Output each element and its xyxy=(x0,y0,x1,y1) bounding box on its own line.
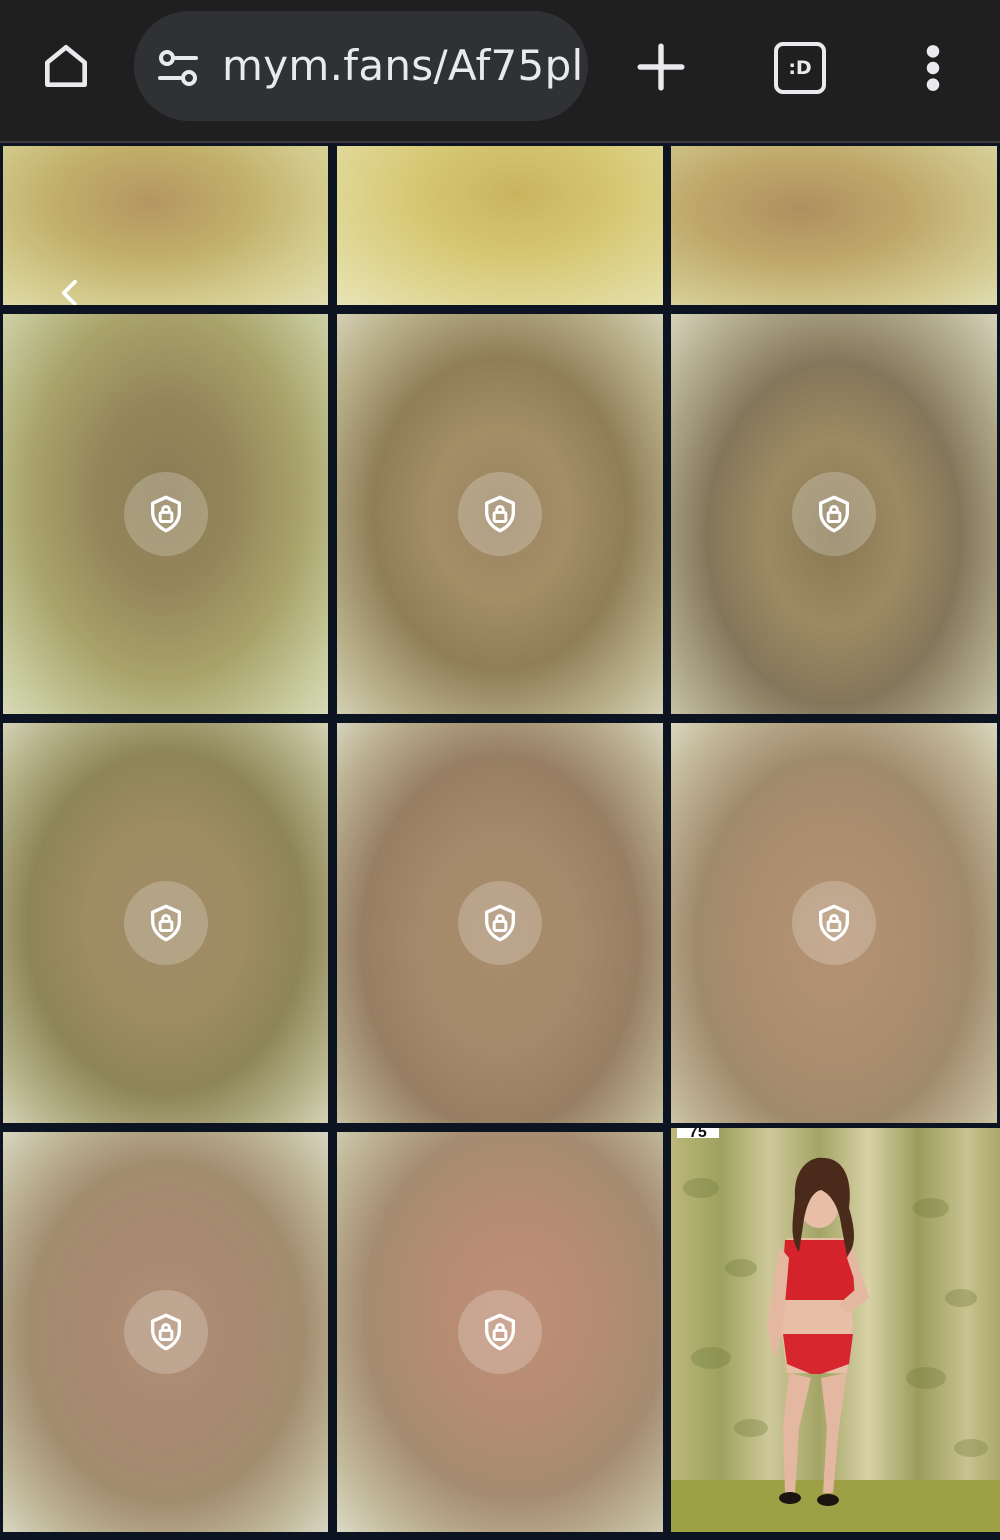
locked-badge xyxy=(123,881,208,965)
media-tile-locked[interactable] xyxy=(337,314,663,714)
shield-lock-icon xyxy=(150,495,181,533)
shield-lock-icon xyxy=(150,904,181,942)
address-bar[interactable]: mym.fans/Af75pl xyxy=(134,11,588,121)
url-text[interactable]: mym.fans/Af75pl xyxy=(222,41,584,90)
media-tile-locked[interactable] xyxy=(3,314,328,714)
site-settings-icon[interactable] xyxy=(154,44,202,92)
locked-badge xyxy=(792,472,876,556)
media-tile-preview[interactable]: 75 xyxy=(671,1128,1000,1532)
media-grid: 75 xyxy=(0,143,1000,1540)
browser-toolbar: mym.fans/Af75pl :D xyxy=(0,0,1000,143)
shield-lock-icon xyxy=(485,904,515,942)
locked-badge xyxy=(458,1290,542,1374)
media-tile-locked[interactable] xyxy=(337,723,663,1123)
locked-badge xyxy=(123,1290,208,1374)
shield-lock-icon xyxy=(485,495,515,533)
locked-badge xyxy=(458,472,542,556)
tab-switcher-button[interactable]: :D xyxy=(768,36,832,100)
plus-icon xyxy=(637,43,685,91)
new-tab-button[interactable] xyxy=(626,32,696,102)
media-tile-locked[interactable] xyxy=(3,723,328,1123)
media-tile-locked[interactable] xyxy=(3,1132,328,1532)
media-tile[interactable] xyxy=(3,146,328,305)
tab-count: :D xyxy=(774,42,826,94)
preview-badge: 75 xyxy=(677,1128,719,1138)
chevron-left-icon[interactable] xyxy=(55,276,85,305)
media-tile[interactable] xyxy=(671,146,997,305)
more-vert-icon xyxy=(926,45,940,91)
overflow-menu-button[interactable] xyxy=(906,36,960,100)
preview-image xyxy=(671,1128,1000,1532)
media-tile-locked[interactable] xyxy=(337,1132,663,1532)
shield-lock-icon xyxy=(819,495,849,533)
locked-badge xyxy=(792,881,876,965)
shield-lock-icon xyxy=(819,904,849,942)
media-tile-locked[interactable] xyxy=(671,314,997,714)
media-tile[interactable] xyxy=(337,146,663,305)
home-button[interactable] xyxy=(30,30,102,102)
locked-badge xyxy=(458,881,542,965)
media-tile-locked[interactable] xyxy=(671,723,997,1123)
shield-lock-icon xyxy=(150,1313,181,1351)
shield-lock-icon xyxy=(485,1313,515,1351)
home-icon xyxy=(45,45,87,87)
locked-badge xyxy=(123,472,208,556)
